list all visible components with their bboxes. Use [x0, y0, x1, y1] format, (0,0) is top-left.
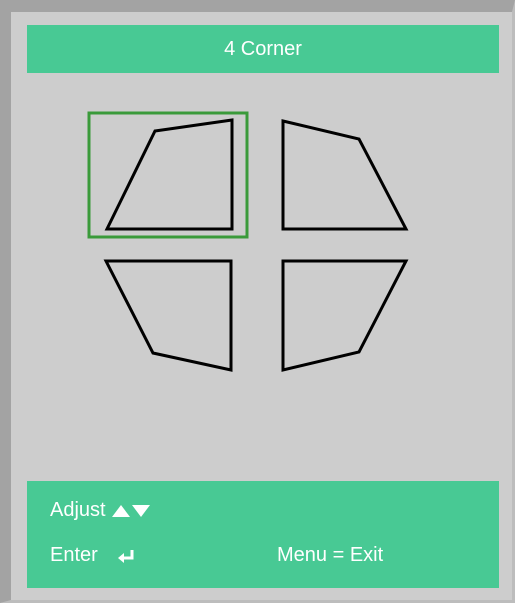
adjust-hint: Adjust [50, 499, 150, 522]
up-down-arrows-icon [111, 504, 150, 517]
footer-help-bar: Adjust Enter Menu = Exit [27, 481, 499, 588]
corner-top-left[interactable] [87, 111, 249, 239]
title-bar: 4 Corner [27, 25, 499, 73]
adjust-label: Adjust [50, 499, 106, 521]
up-arrow-icon [111, 504, 130, 517]
page-title: 4 Corner [224, 37, 302, 60]
menu-exit-label: Menu = Exit [277, 544, 384, 566]
enter-label: Enter [50, 544, 98, 566]
enter-return-icon [117, 549, 134, 563]
menu-exit-hint: Menu = Exit [277, 544, 383, 567]
enter-hint: Enter [50, 544, 138, 567]
down-arrow-icon [131, 504, 150, 517]
